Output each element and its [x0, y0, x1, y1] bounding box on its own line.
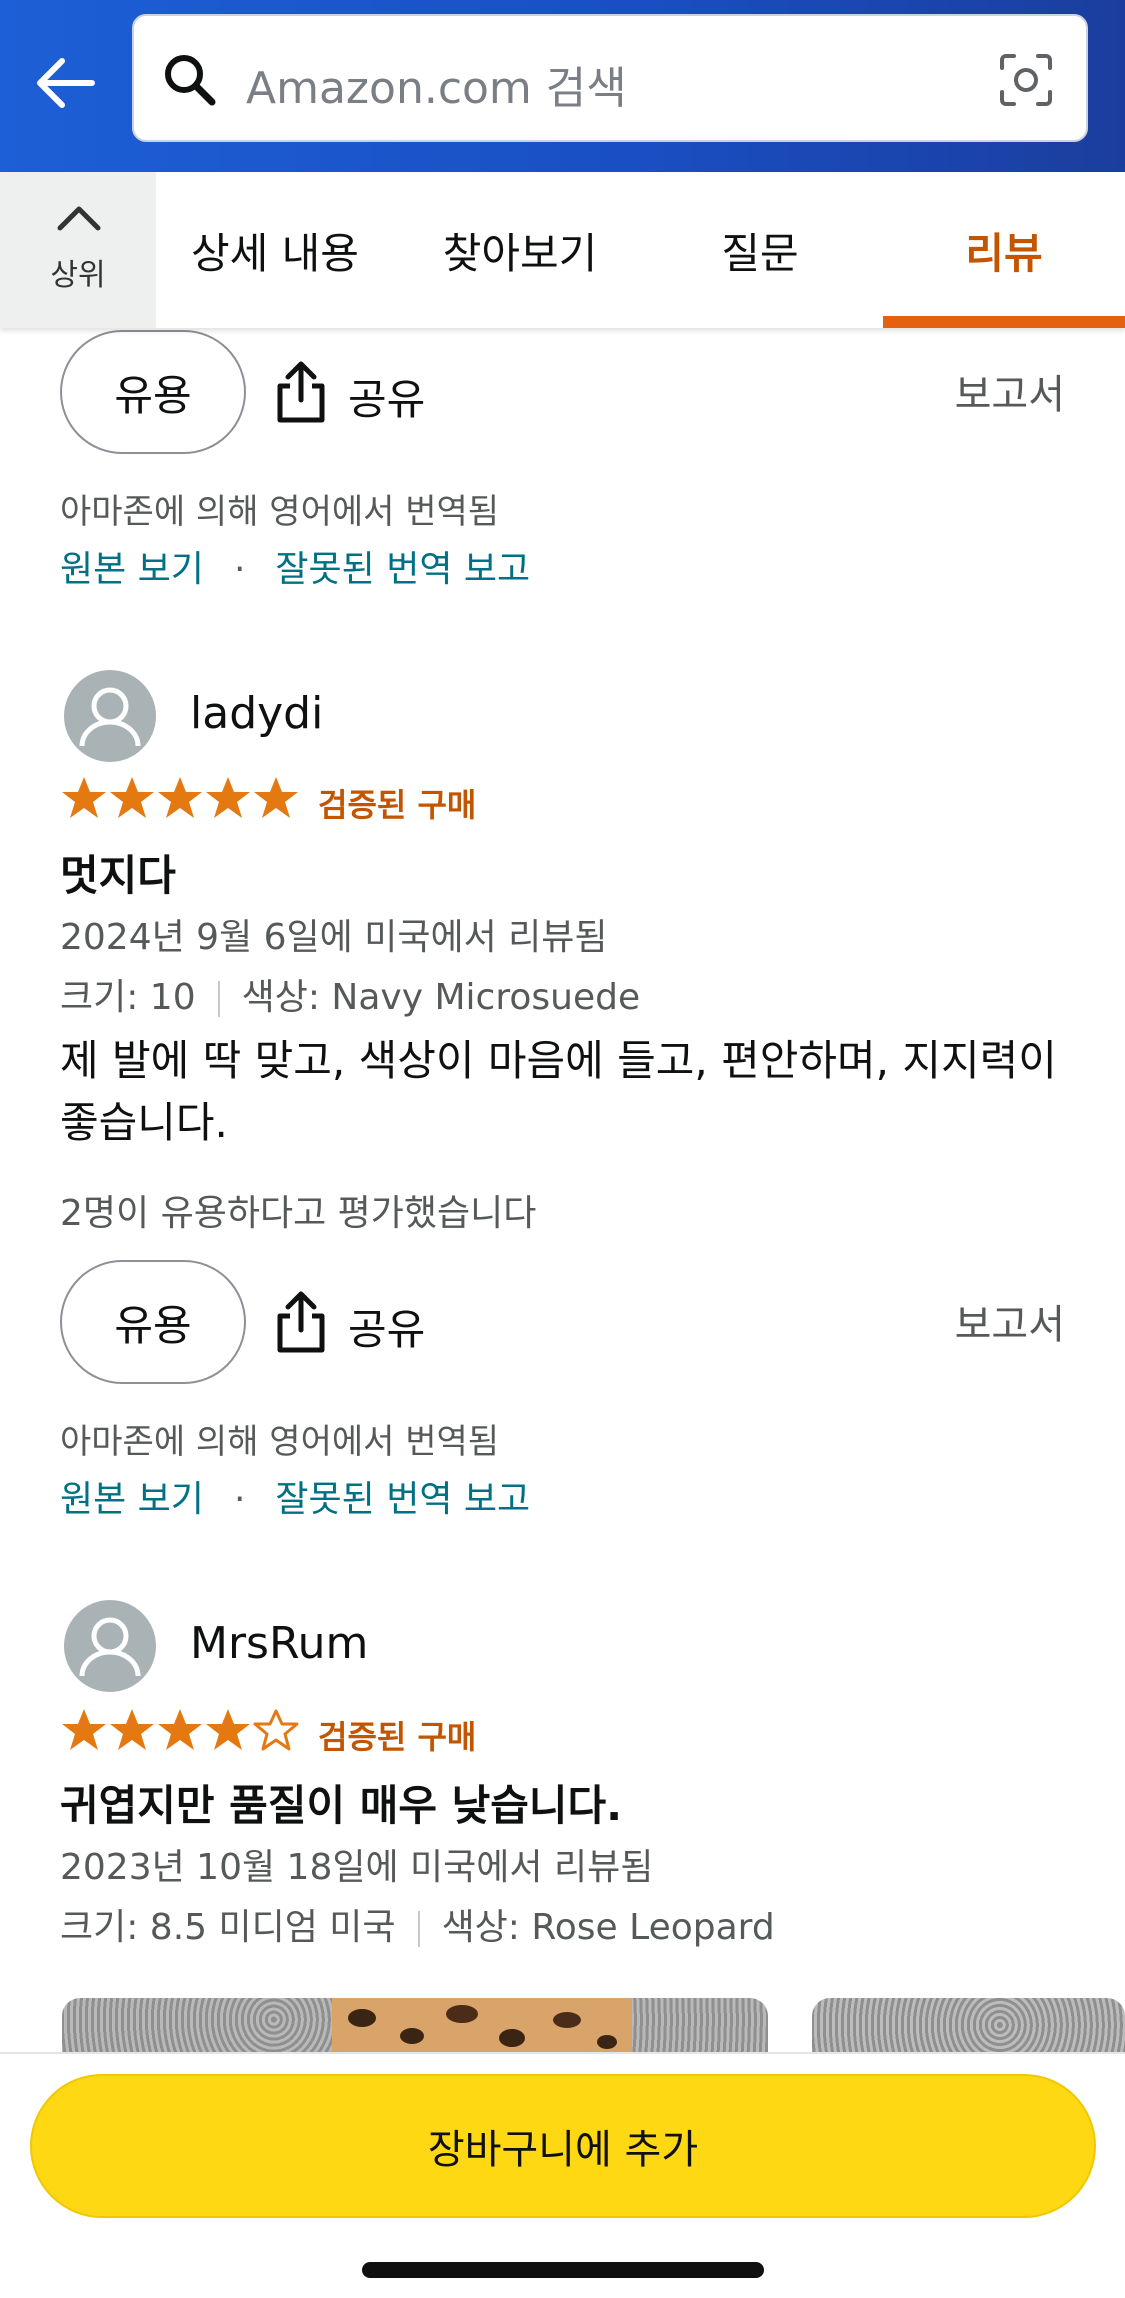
variant-color: 색상: Rose Leopard — [441, 1907, 775, 1948]
report-button[interactable]: 보고서 — [955, 1292, 1065, 1350]
search-icon — [165, 55, 216, 106]
variant-info: 크기: 10 색상: Navy Microsuede — [60, 968, 640, 1020]
star-filled-icon — [158, 777, 202, 818]
report-translation-link[interactable]: 잘못된 번역 보고 — [275, 549, 530, 590]
star-filled-icon — [62, 777, 106, 818]
star-filled-icon — [254, 777, 298, 818]
app-header: Amazon.com 검색 — [0, 0, 1125, 172]
separator-dot: · — [233, 549, 246, 590]
add-to-cart-button[interactable]: 장바구니에 추가 — [30, 2074, 1096, 2218]
rating-row: 검증된 구매 — [60, 1706, 960, 1756]
leopard-print-image — [332, 1998, 632, 2052]
helpful-button[interactable]: 유용 — [60, 330, 246, 454]
review-photo[interactable] — [812, 1998, 1125, 2052]
variant-info: 크기: 8.5 미디엄 미국 색상: Rose Leopard — [60, 1898, 775, 1950]
share-button[interactable]: 공유 — [348, 1296, 425, 1357]
rating-row: 검증된 구매 — [60, 774, 960, 824]
variant-divider — [417, 1911, 420, 1947]
review-date: 2024년 9월 6일에 미국에서 리뷰됨 — [60, 917, 608, 958]
star-filled-icon — [206, 1709, 250, 1750]
report-button[interactable]: 보고서 — [955, 362, 1065, 420]
view-original-link[interactable]: 원본 보기 — [60, 1479, 204, 1520]
tab-details[interactable]: 상세 내용 — [170, 172, 380, 328]
verified-purchase-badge: 검증된 구매 — [318, 1718, 477, 1756]
tab-browse[interactable]: 찾아보기 — [410, 172, 630, 328]
back-to-top-label: 상위 — [50, 258, 106, 293]
review-title: 귀엽지만 품질이 매우 낮습니다. — [60, 1781, 623, 1830]
review-actions: 유용 공유 보고서 — [0, 1260, 1125, 1388]
share-icon[interactable] — [272, 1290, 330, 1354]
back-to-top-button[interactable]: 상위 — [0, 172, 156, 328]
person-icon — [66, 1602, 154, 1690]
variant-size: 크기: 8.5 미디엄 미국 — [60, 1907, 396, 1948]
review-date: 2023년 10월 18일에 미국에서 리뷰됨 — [60, 1847, 654, 1888]
view-original-link[interactable]: 원본 보기 — [60, 549, 204, 590]
separator-dot: · — [233, 1479, 246, 1520]
active-tab-indicator — [883, 316, 1125, 328]
star-rating — [60, 774, 300, 824]
review-body: 제 발에 딱 맞고, 색상이 마음에 들고, 편안하며, 지지력이 좋습니다. — [60, 1036, 1057, 1147]
tab-reviews[interactable]: 리뷰 — [883, 172, 1125, 328]
bottom-action-bar: 장바구니에 추가 — [0, 2052, 1125, 2298]
reviewer-profile[interactable]: ladydi — [64, 670, 1064, 762]
back-arrow-icon[interactable] — [30, 48, 100, 118]
variant-color: 색상: Navy Microsuede — [241, 977, 641, 1018]
review-actions: 유용 공유 보고서 — [0, 330, 1125, 458]
star-filled-icon — [158, 1709, 202, 1750]
home-indicator — [362, 2262, 764, 2278]
star-rating — [60, 1706, 300, 1756]
star-filled-icon — [206, 777, 250, 818]
translation-links: 원본 보기 · 잘못된 번역 보고 — [60, 540, 530, 592]
avatar — [64, 1600, 156, 1692]
reviewer-name: MrsRum — [190, 1618, 369, 1669]
camera-scan-icon[interactable] — [996, 50, 1056, 110]
avatar — [64, 670, 156, 762]
variant-size: 크기: 10 — [60, 977, 196, 1018]
share-icon[interactable] — [272, 360, 330, 424]
chevron-up-icon — [57, 206, 101, 231]
helpful-count: 2명이 유용하다고 평가했습니다 — [60, 1193, 537, 1234]
variant-divider — [217, 981, 220, 1017]
share-button[interactable]: 공유 — [348, 366, 425, 427]
person-icon — [66, 672, 154, 760]
translation-note: 아마존에 의해 영어에서 번역됨 — [60, 492, 500, 532]
section-tabbar: 상위 상세 내용 찾아보기 질문 리뷰 — [0, 172, 1125, 328]
star-filled-icon — [110, 1709, 154, 1750]
search-bar[interactable]: Amazon.com 검색 — [132, 14, 1088, 142]
star-filled-icon — [62, 1709, 106, 1750]
verified-purchase-badge: 검증된 구매 — [318, 786, 477, 824]
review-title: 멋지다 — [60, 851, 176, 900]
review-photo[interactable] — [62, 1998, 768, 2052]
search-input[interactable]: Amazon.com 검색 — [246, 52, 627, 116]
star-filled-icon — [110, 777, 154, 818]
reviewer-profile[interactable]: MrsRum — [64, 1600, 1064, 1692]
translation-note: 아마존에 의해 영어에서 번역됨 — [60, 1422, 500, 1462]
translation-links: 원본 보기 · 잘못된 번역 보고 — [60, 1470, 530, 1522]
star-empty-icon — [253, 1709, 299, 1751]
report-translation-link[interactable]: 잘못된 번역 보고 — [275, 1479, 530, 1520]
helpful-button[interactable]: 유용 — [60, 1260, 246, 1384]
reviewer-name: ladydi — [190, 688, 324, 739]
tab-questions[interactable]: 질문 — [680, 172, 840, 328]
